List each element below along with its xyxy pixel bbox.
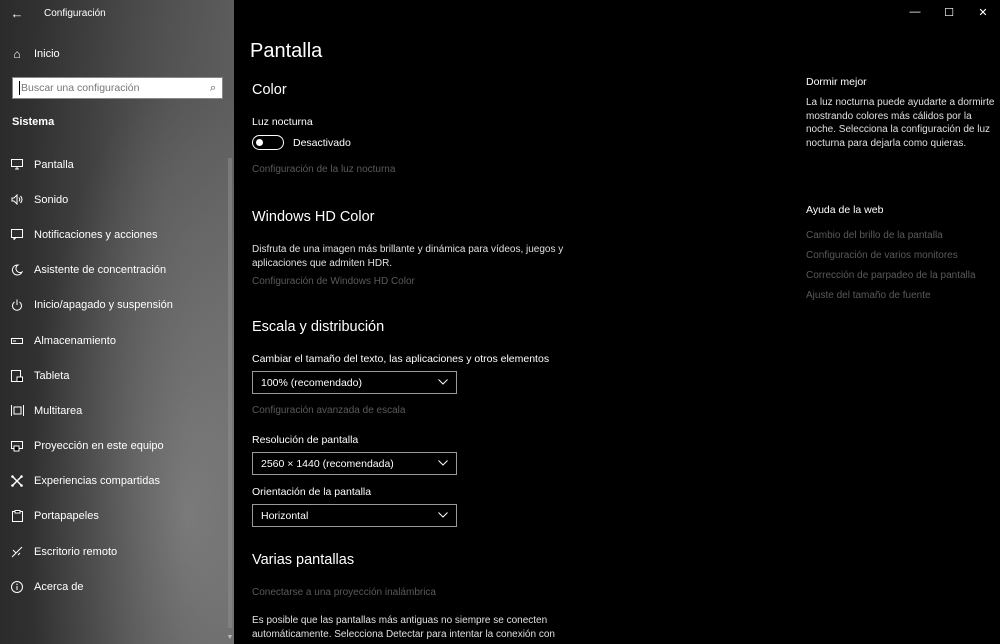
scale-heading: Escala y distribución — [252, 319, 385, 335]
sidebar-item-label: Multitarea — [34, 404, 83, 417]
resolution-dropdown[interactable]: 2560 × 1440 (recomendada) — [252, 452, 457, 475]
sidebar-item-label: Experiencias compartidas — [34, 475, 160, 488]
scale-value: 100% (recomendado) — [261, 376, 362, 389]
sidebar-item-label: Portapapeles — [34, 510, 99, 523]
wireless-display-link[interactable]: Conectarse a una proyección inalámbrica — [252, 587, 436, 598]
notification-icon — [0, 229, 34, 241]
help-link[interactable]: Cambio del brillo de la pantalla — [806, 230, 976, 250]
clipboard-icon — [0, 510, 34, 523]
sidebar-item-home[interactable]: ⌂ Inicio — [0, 42, 234, 66]
night-light-label: Luz nocturna — [252, 116, 313, 128]
search-icon[interactable]: ⌕ — [210, 82, 216, 95]
scale-dropdown[interactable]: 100% (recomendado) — [252, 371, 457, 394]
text-caret — [19, 81, 20, 95]
night-light-state: Desactivado — [293, 136, 351, 149]
orientation-dropdown[interactable]: Horizontal — [252, 504, 457, 527]
sidebar-item-pantalla[interactable]: Pantalla — [0, 147, 226, 182]
sidebar-item-sonido[interactable]: Sonido — [0, 182, 226, 217]
info-icon — [0, 580, 34, 593]
chevron-down-icon — [438, 377, 448, 388]
resolution-value: 2560 × 1440 (recomendada) — [261, 457, 394, 470]
scroll-down-icon[interactable]: ▼ — [226, 634, 234, 644]
hdr-description: Disfruta de una imagen más brillante y d… — [252, 244, 564, 269]
back-icon[interactable]: ← — [0, 0, 34, 26]
sidebar-item-label: Almacenamiento — [34, 334, 116, 347]
monitor-icon — [0, 159, 34, 170]
orientation-value: Horizontal — [261, 509, 309, 522]
close-icon[interactable]: ✕ — [966, 0, 1000, 24]
remote-icon — [0, 546, 34, 558]
web-help-title: Ayuda de la web — [806, 204, 884, 216]
help-link[interactable]: Configuración de varios monitores — [806, 250, 976, 270]
sidebar: ← Configuración ⌂ Inicio ⌕ Sistema Panta… — [0, 0, 234, 644]
night-light-toggle[interactable] — [252, 135, 284, 150]
resolution-label: Resolución de pantalla — [252, 434, 359, 446]
advanced-scale-link[interactable]: Configuración avanzada de escala — [252, 405, 405, 416]
power-icon — [0, 299, 34, 311]
sidebar-item-label: Acerca de — [34, 580, 84, 593]
sidebar-item-asistente[interactable]: Asistente de concentración — [0, 253, 226, 288]
chevron-down-icon — [438, 510, 448, 521]
night-light-settings-link[interactable]: Configuración de la luz nocturna — [252, 164, 395, 175]
main-content: — ☐ ✕ Pantalla Color Luz nocturna Desact… — [234, 0, 1000, 644]
window-controls: — ☐ ✕ — [898, 0, 1000, 24]
scrollbar-thumb[interactable] — [228, 158, 232, 628]
scale-label: Cambiar el tamaño del texto, las aplicac… — [252, 353, 550, 365]
speaker-icon — [0, 194, 34, 206]
hdr-settings-link[interactable]: Configuración de Windows HD Color — [252, 276, 415, 287]
projection-icon — [0, 440, 34, 452]
storage-icon — [0, 337, 34, 345]
sidebar-scrollbar[interactable]: ▼ — [226, 150, 234, 644]
hdr-heading: Windows HD Color — [252, 209, 375, 225]
night-light-toggle-row: Desactivado — [252, 135, 351, 150]
sidebar-item-label: Asistente de concentración — [34, 264, 167, 277]
sidebar-item-escritorio-remoto[interactable]: Escritorio remoto — [0, 534, 226, 569]
page-title: Pantalla — [250, 40, 323, 62]
tablet-icon — [0, 369, 34, 382]
sidebar-item-label: Sonido — [34, 193, 69, 206]
sidebar-item-proyeccion[interactable]: Proyección en este equipo — [0, 429, 226, 464]
sidebar-item-acerca-de[interactable]: Acerca de — [0, 569, 226, 604]
home-icon: ⌂ — [13, 47, 21, 61]
sidebar-item-label: Pantalla — [34, 158, 74, 171]
multitask-icon — [0, 405, 34, 417]
orientation-label: Orientación de la pantalla — [252, 486, 372, 498]
moon-icon — [0, 264, 34, 276]
maximize-icon[interactable]: ☐ — [932, 0, 966, 24]
help-link[interactable]: Corrección de parpadeo de la pantalla — [806, 270, 976, 290]
sidebar-item-experiencias[interactable]: Experiencias compartidas — [0, 464, 226, 499]
sleep-better-title: Dormir mejor — [806, 76, 867, 88]
title-bar: ← Configuración — [0, 0, 234, 26]
shared-icon — [0, 475, 34, 488]
nav-list: Pantalla Sonido Notificaciones y accione… — [0, 147, 226, 604]
color-heading: Color — [252, 82, 287, 98]
sidebar-item-portapapeles[interactable]: Portapapeles — [0, 499, 226, 534]
search-input[interactable] — [21, 82, 210, 94]
minimize-icon[interactable]: — — [898, 0, 932, 24]
sidebar-item-tableta[interactable]: Tableta — [0, 358, 226, 393]
app-title: Configuración — [44, 7, 106, 19]
chevron-down-icon — [438, 458, 448, 469]
sleep-better-text: La luz nocturna puede ayudarte a dormirt… — [806, 97, 995, 149]
sidebar-item-multitarea[interactable]: Multitarea — [0, 393, 226, 428]
section-heading: Sistema — [12, 116, 55, 128]
sidebar-item-label: Notificaciones y acciones — [34, 228, 158, 241]
sidebar-item-almacenamiento[interactable]: Almacenamiento — [0, 323, 226, 358]
sidebar-item-inicio-apagado[interactable]: Inicio/apagado y suspensión — [0, 288, 226, 323]
sidebar-item-label: Tableta — [34, 369, 70, 382]
multi-display-description: Es posible que las pantallas más antigua… — [252, 615, 555, 640]
sidebar-item-label: Inicio — [34, 48, 60, 60]
sidebar-item-label: Proyección en este equipo — [34, 440, 164, 453]
sidebar-item-label: Inicio/apagado y suspensión — [34, 299, 173, 312]
sidebar-item-notificaciones[interactable]: Notificaciones y acciones — [0, 217, 226, 252]
sidebar-item-label: Escritorio remoto — [34, 545, 118, 558]
search-box[interactable]: ⌕ — [12, 77, 223, 99]
related-panel: Dormir mejor La luz nocturna puede ayuda… — [806, 76, 996, 301]
help-link[interactable]: Ajuste del tamaño de fuente — [806, 290, 976, 310]
web-help-links: Cambio del brillo de la pantalla Configu… — [806, 230, 976, 310]
multi-display-heading: Varias pantallas — [252, 552, 355, 568]
